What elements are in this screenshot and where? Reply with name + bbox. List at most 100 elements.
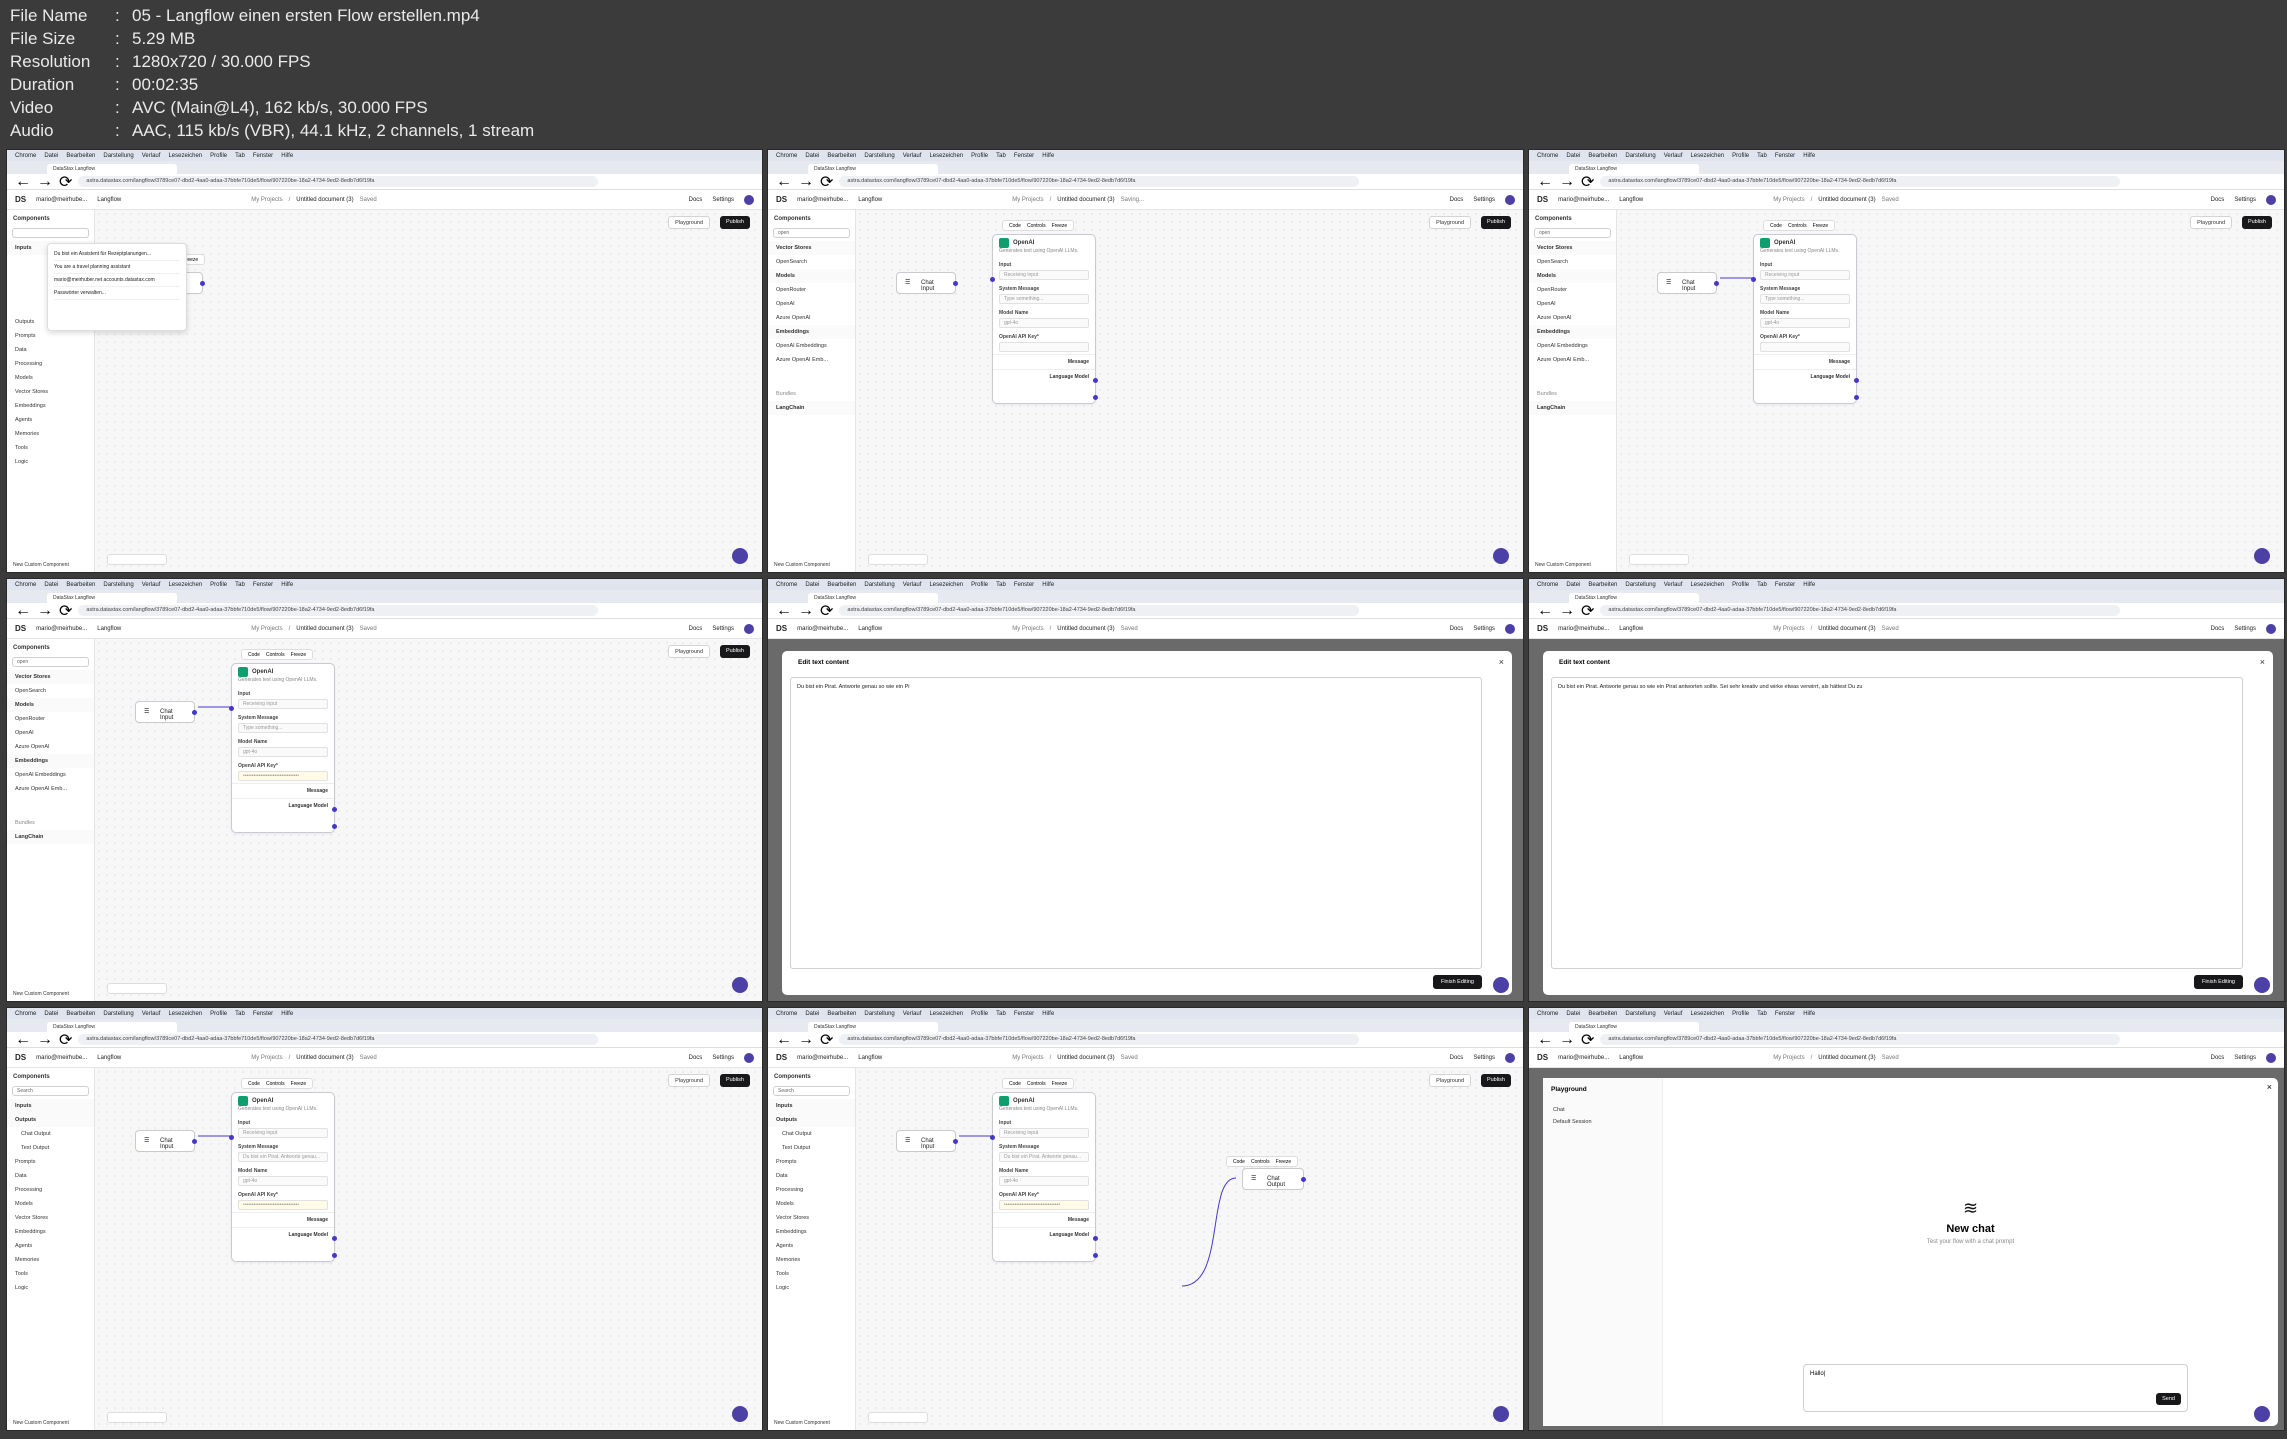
menu-item[interactable]: Datei xyxy=(1566,153,1580,159)
bundle-item[interactable]: LangChain xyxy=(7,830,94,844)
menu-item[interactable]: Hilfe xyxy=(1803,153,1815,159)
breadcrumb-project[interactable]: My Projects xyxy=(251,197,282,203)
product-switcher[interactable]: Langflow xyxy=(1619,197,1643,203)
input-field[interactable]: Receiving input xyxy=(238,699,328,709)
canvas-controls[interactable] xyxy=(107,1412,167,1423)
docs-link[interactable]: Docs xyxy=(689,626,703,632)
menu-item[interactable]: Bearbeiten xyxy=(827,1011,856,1017)
autocomplete-item[interactable]: You are a travel planning assistant xyxy=(54,261,180,274)
sidebar-item[interactable]: OpenRouter xyxy=(768,283,855,297)
sidebar-category[interactable]: Inputs xyxy=(7,1099,94,1113)
sidebar-category[interactable]: Data xyxy=(7,343,94,357)
menu-item[interactable]: Bearbeiten xyxy=(827,582,856,588)
sidebar-section[interactable]: Embeddings xyxy=(768,325,855,339)
close-icon[interactable]: × xyxy=(2260,657,2265,667)
new-custom-component-button[interactable]: New Custom Component xyxy=(1535,562,1591,568)
input-handle[interactable] xyxy=(990,277,995,282)
back-icon[interactable]: ← xyxy=(1537,173,1553,191)
sidebar-category[interactable]: Models xyxy=(768,1197,855,1211)
menu-item[interactable]: Hilfe xyxy=(281,153,293,159)
sidebar-item[interactable]: Text Output xyxy=(7,1141,94,1155)
input-handle[interactable] xyxy=(229,706,234,711)
model-select[interactable]: gpt-4o xyxy=(999,318,1089,328)
toolbar-controls[interactable]: Controls xyxy=(266,1081,285,1087)
message-output[interactable]: Message xyxy=(1754,354,1856,369)
menu-item[interactable]: Chrome xyxy=(776,153,797,159)
input-field[interactable]: Receiving input xyxy=(999,1128,1089,1138)
document-title[interactable]: Untitled document (3) xyxy=(1057,1055,1114,1061)
publish-button[interactable]: Publish xyxy=(1480,1074,1511,1087)
sidebar-item[interactable]: OpenAI Embeddings xyxy=(1529,339,1616,353)
menu-item[interactable]: Tab xyxy=(996,1011,1006,1017)
sidebar-category[interactable]: Logic xyxy=(7,1281,94,1295)
menu-item[interactable]: Bearbeiten xyxy=(66,153,95,159)
sidebar-item[interactable]: OpenAI xyxy=(7,726,94,740)
menu-item[interactable]: Profile xyxy=(1732,1011,1749,1017)
input-field[interactable]: Receiving input xyxy=(1760,270,1850,280)
menu-item[interactable]: Verlauf xyxy=(1664,1011,1683,1017)
message-handle[interactable] xyxy=(1093,1236,1098,1241)
settings-link[interactable]: Settings xyxy=(1473,197,1495,203)
menu-item[interactable]: Darstellung xyxy=(1625,1011,1655,1017)
playground-button[interactable]: Playground xyxy=(668,216,710,229)
canvas-controls[interactable] xyxy=(868,554,928,565)
input-handle[interactable] xyxy=(229,1135,234,1140)
sidebar-category[interactable]: Processing xyxy=(7,357,94,371)
menu-item[interactable]: Lesezeichen xyxy=(1690,153,1724,159)
sidebar-category[interactable]: Models xyxy=(7,371,94,385)
toolbar-code[interactable]: Code xyxy=(248,652,260,658)
settings-link[interactable]: Settings xyxy=(1473,1055,1495,1061)
sidebar-category[interactable]: Data xyxy=(7,1169,94,1183)
input-handle[interactable] xyxy=(990,1135,995,1140)
reload-icon[interactable]: ⟳ xyxy=(820,601,833,621)
sidebar-item[interactable]: OpenAI Embeddings xyxy=(7,768,94,782)
api-key-field[interactable]: •••••••••••••••••••••••••••••••• xyxy=(238,1200,328,1210)
search-input[interactable]: open xyxy=(773,228,850,238)
system-message-field[interactable]: Type something... xyxy=(238,723,328,733)
menu-item[interactable]: Chrome xyxy=(1537,153,1558,159)
account-selector[interactable]: mario@meirhube... xyxy=(797,197,848,203)
settings-link[interactable]: Settings xyxy=(712,197,734,203)
menu-item[interactable]: Datei xyxy=(805,582,819,588)
sidebar-section[interactable]: Vector Stores xyxy=(768,241,855,255)
output-handle[interactable] xyxy=(200,281,205,286)
menu-item[interactable]: Profile xyxy=(971,1011,988,1017)
menu-item[interactable]: Darstellung xyxy=(864,1011,894,1017)
sidebar-category[interactable]: Logic xyxy=(7,455,94,469)
document-title[interactable]: Untitled document (3) xyxy=(1057,626,1114,632)
menu-item[interactable]: Tab xyxy=(1757,153,1767,159)
model-handle[interactable] xyxy=(1093,1253,1098,1258)
menu-item[interactable]: Verlauf xyxy=(142,1011,161,1017)
account-selector[interactable]: mario@meirhube... xyxy=(1558,626,1609,632)
chat-input-node[interactable]: Chat Input☰ xyxy=(896,272,958,294)
menu-item[interactable]: Bearbeiten xyxy=(827,153,856,159)
menu-item[interactable]: Bearbeiten xyxy=(1588,153,1617,159)
menu-item[interactable]: Bearbeiten xyxy=(1588,1011,1617,1017)
menu-item[interactable]: Fenster xyxy=(1775,1011,1795,1017)
address-bar[interactable]: astra.datastax.com/langflow/3789ce07-dbd… xyxy=(78,1034,599,1045)
finish-editing-button[interactable]: Finish Editing xyxy=(2193,975,2243,989)
sidebar-category[interactable]: Vector Stores xyxy=(7,1211,94,1225)
document-title[interactable]: Untitled document (3) xyxy=(296,1055,353,1061)
menu-item[interactable]: Profile xyxy=(210,1011,227,1017)
language-model-output[interactable]: Language Model xyxy=(1754,369,1856,384)
menu-item[interactable]: Fenster xyxy=(1014,1011,1034,1017)
avatar[interactable] xyxy=(1505,1052,1515,1063)
account-selector[interactable]: mario@meirhube... xyxy=(36,626,87,632)
sidebar-section[interactable]: Vector Stores xyxy=(7,670,94,684)
search-input[interactable]: open xyxy=(1534,228,1611,238)
input-handle[interactable] xyxy=(1751,277,1756,282)
menu-item[interactable]: Tab xyxy=(996,153,1006,159)
reload-icon[interactable]: ⟳ xyxy=(820,1030,833,1050)
sidebar-item[interactable]: Text Output xyxy=(768,1141,855,1155)
model-select[interactable]: gpt-4o xyxy=(238,1176,328,1186)
menu-item[interactable]: Hilfe xyxy=(281,1011,293,1017)
breadcrumb-project[interactable]: My Projects xyxy=(1773,1055,1804,1061)
sidebar-section[interactable]: Embeddings xyxy=(1529,325,1616,339)
avatar[interactable] xyxy=(744,623,754,634)
sidebar-category[interactable]: Data xyxy=(768,1169,855,1183)
menu-item[interactable]: Lesezeichen xyxy=(929,1011,963,1017)
system-message-field[interactable]: Type something... xyxy=(1760,294,1850,304)
account-selector[interactable]: mario@meirhube... xyxy=(797,626,848,632)
document-title[interactable]: Untitled document (3) xyxy=(1818,197,1875,203)
